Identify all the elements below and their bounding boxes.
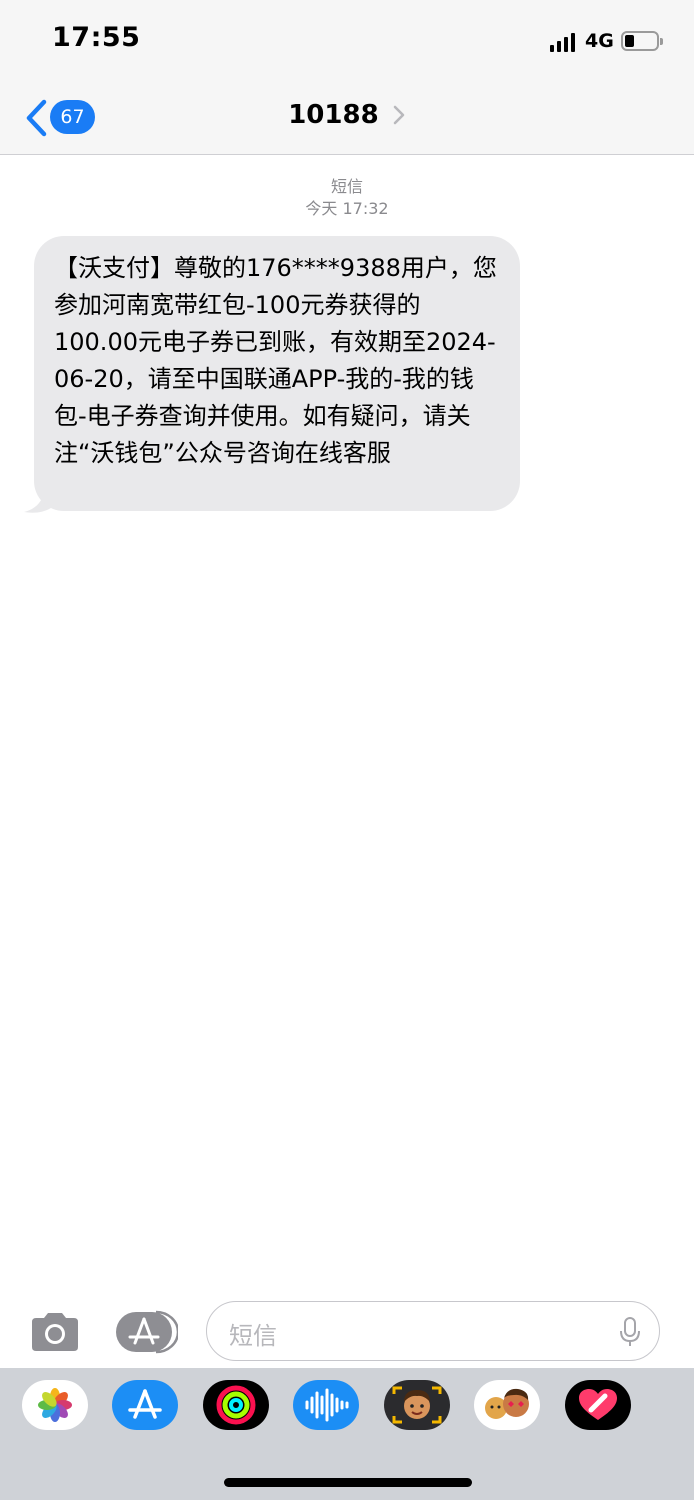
audio-message-icon[interactable] — [293, 1380, 359, 1430]
incoming-message-bubble[interactable]: 【沃支付】尊敬的176****9388用户，您参加河南宽带红包-100元券获得的… — [34, 236, 520, 511]
message-time: 今天 17:32 — [305, 199, 389, 218]
app-store-button-icon[interactable] — [116, 1310, 178, 1354]
conversation-timestamp: 短信 今天 17:32 — [0, 176, 694, 220]
message-input[interactable]: 短信 — [206, 1301, 660, 1361]
digital-touch-icon[interactable] — [565, 1380, 631, 1430]
network-type: 4G — [585, 30, 614, 52]
chevron-right-icon — [393, 105, 405, 125]
contact-title[interactable]: 10188 — [0, 100, 694, 130]
app-store-icon[interactable] — [112, 1380, 178, 1430]
conversation-header: 67 10188 — [0, 80, 694, 155]
contact-name: 10188 — [288, 100, 379, 130]
message-input-placeholder: 短信 — [229, 1322, 277, 1350]
home-indicator — [224, 1478, 472, 1487]
compose-bar: 短信 — [0, 1290, 694, 1368]
status-time: 17:55 — [52, 22, 141, 53]
camera-icon[interactable] — [28, 1312, 82, 1352]
photos-icon[interactable] — [22, 1380, 88, 1430]
memoji-icon[interactable] — [384, 1380, 450, 1430]
message-text: 【沃支付】尊敬的176****9388用户，您参加河南宽带红包-100元券获得的… — [54, 254, 497, 467]
memoji-stickers-icon[interactable] — [474, 1380, 540, 1430]
battery-icon — [621, 31, 663, 51]
cellular-signal-icon — [550, 32, 576, 52]
microphone-icon[interactable] — [619, 1316, 641, 1348]
fitness-icon[interactable] — [203, 1380, 269, 1430]
status-bar: 17:55 4G — [0, 0, 694, 80]
service-label: 短信 — [330, 177, 363, 196]
